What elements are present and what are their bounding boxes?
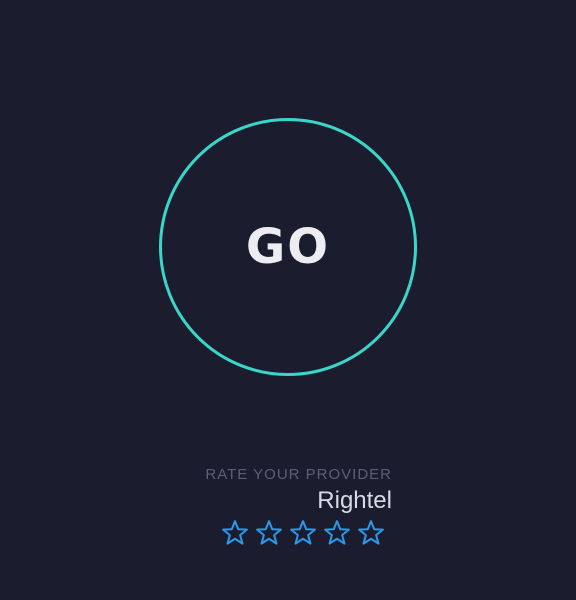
go-label: GO [245, 219, 331, 275]
star-2[interactable] [254, 518, 284, 548]
star-outline-icon [290, 520, 316, 545]
star-outline-icon [358, 520, 384, 545]
rate-provider-section: RATE YOUR PROVIDER Rightel [150, 462, 392, 548]
star-1[interactable] [220, 518, 250, 548]
star-outline-icon [324, 520, 350, 545]
rate-provider-heading: RATE YOUR PROVIDER [205, 466, 392, 483]
star-rating [150, 518, 386, 548]
go-button[interactable]: GO [159, 118, 417, 376]
star-outline-icon [222, 520, 248, 545]
provider-name: Rightel [317, 487, 392, 514]
star-3[interactable] [288, 518, 318, 548]
star-4[interactable] [322, 518, 352, 548]
speedtest-screen: GO RATE YOUR PROVIDER Rightel [0, 0, 576, 600]
star-outline-icon [256, 520, 282, 545]
star-5[interactable] [356, 518, 386, 548]
